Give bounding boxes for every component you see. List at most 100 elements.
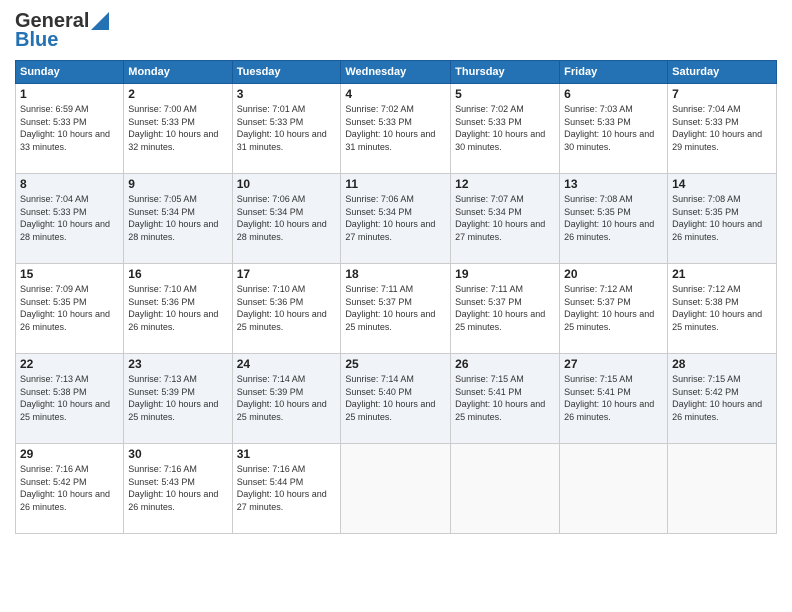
day-info: Sunrise: 7:00 AMSunset: 5:33 PMDaylight:… — [128, 103, 227, 153]
day-number: 22 — [20, 357, 119, 371]
day-cell-4: 4 Sunrise: 7:02 AMSunset: 5:33 PMDayligh… — [341, 84, 451, 174]
day-number: 5 — [455, 87, 555, 101]
day-cell-3: 3 Sunrise: 7:01 AMSunset: 5:33 PMDayligh… — [232, 84, 341, 174]
day-info: Sunrise: 7:14 AMSunset: 5:39 PMDaylight:… — [237, 373, 337, 423]
weekday-header-monday: Monday — [124, 61, 232, 84]
day-info: Sunrise: 7:08 AMSunset: 5:35 PMDaylight:… — [564, 193, 663, 243]
day-info: Sunrise: 7:15 AMSunset: 5:41 PMDaylight:… — [564, 373, 663, 423]
day-info: Sunrise: 7:12 AMSunset: 5:37 PMDaylight:… — [564, 283, 663, 333]
day-cell-28: 28 Sunrise: 7:15 AMSunset: 5:42 PMDaylig… — [668, 354, 777, 444]
day-cell-19: 19 Sunrise: 7:11 AMSunset: 5:37 PMDaylig… — [451, 264, 560, 354]
day-cell-25: 25 Sunrise: 7:14 AMSunset: 5:40 PMDaylig… — [341, 354, 451, 444]
day-number: 19 — [455, 267, 555, 281]
day-cell-30: 30 Sunrise: 7:16 AMSunset: 5:43 PMDaylig… — [124, 444, 232, 534]
day-cell-11: 11 Sunrise: 7:06 AMSunset: 5:34 PMDaylig… — [341, 174, 451, 264]
day-info: Sunrise: 7:11 AMSunset: 5:37 PMDaylight:… — [455, 283, 555, 333]
day-number: 3 — [237, 87, 337, 101]
day-info: Sunrise: 7:15 AMSunset: 5:41 PMDaylight:… — [455, 373, 555, 423]
logo-blue: Blue — [15, 29, 58, 52]
day-info: Sunrise: 7:09 AMSunset: 5:35 PMDaylight:… — [20, 283, 119, 333]
day-info: Sunrise: 7:12 AMSunset: 5:38 PMDaylight:… — [672, 283, 772, 333]
day-cell-1: 1 Sunrise: 6:59 AMSunset: 5:33 PMDayligh… — [16, 84, 124, 174]
day-cell-27: 27 Sunrise: 7:15 AMSunset: 5:41 PMDaylig… — [560, 354, 668, 444]
day-number: 9 — [128, 177, 227, 191]
day-number: 31 — [237, 447, 337, 461]
day-cell-15: 15 Sunrise: 7:09 AMSunset: 5:35 PMDaylig… — [16, 264, 124, 354]
day-number: 23 — [128, 357, 227, 371]
day-number: 18 — [345, 267, 446, 281]
day-info: Sunrise: 7:08 AMSunset: 5:35 PMDaylight:… — [672, 193, 772, 243]
weekday-header-saturday: Saturday — [668, 61, 777, 84]
day-cell-16: 16 Sunrise: 7:10 AMSunset: 5:36 PMDaylig… — [124, 264, 232, 354]
day-number: 17 — [237, 267, 337, 281]
day-info: Sunrise: 7:14 AMSunset: 5:40 PMDaylight:… — [345, 373, 446, 423]
day-info: Sunrise: 7:11 AMSunset: 5:37 PMDaylight:… — [345, 283, 446, 333]
empty-cell — [668, 444, 777, 534]
day-number: 24 — [237, 357, 337, 371]
calendar-table: SundayMondayTuesdayWednesdayThursdayFrid… — [15, 60, 777, 534]
week-row-2: 8 Sunrise: 7:04 AMSunset: 5:33 PMDayligh… — [16, 174, 777, 264]
day-number: 4 — [345, 87, 446, 101]
day-cell-9: 9 Sunrise: 7:05 AMSunset: 5:34 PMDayligh… — [124, 174, 232, 264]
day-number: 16 — [128, 267, 227, 281]
page: General Blue SundayMondayTuesdayWednesda… — [0, 0, 792, 544]
day-cell-10: 10 Sunrise: 7:06 AMSunset: 5:34 PMDaylig… — [232, 174, 341, 264]
day-info: Sunrise: 7:10 AMSunset: 5:36 PMDaylight:… — [128, 283, 227, 333]
day-info: Sunrise: 7:02 AMSunset: 5:33 PMDaylight:… — [455, 103, 555, 153]
day-info: Sunrise: 7:16 AMSunset: 5:44 PMDaylight:… — [237, 463, 337, 513]
day-cell-8: 8 Sunrise: 7:04 AMSunset: 5:33 PMDayligh… — [16, 174, 124, 264]
empty-cell — [451, 444, 560, 534]
week-row-3: 15 Sunrise: 7:09 AMSunset: 5:35 PMDaylig… — [16, 264, 777, 354]
day-number: 26 — [455, 357, 555, 371]
empty-cell — [560, 444, 668, 534]
day-number: 6 — [564, 87, 663, 101]
day-cell-7: 7 Sunrise: 7:04 AMSunset: 5:33 PMDayligh… — [668, 84, 777, 174]
weekday-header-wednesday: Wednesday — [341, 61, 451, 84]
day-number: 14 — [672, 177, 772, 191]
day-cell-5: 5 Sunrise: 7:02 AMSunset: 5:33 PMDayligh… — [451, 84, 560, 174]
empty-cell — [341, 444, 451, 534]
day-number: 8 — [20, 177, 119, 191]
day-info: Sunrise: 7:15 AMSunset: 5:42 PMDaylight:… — [672, 373, 772, 423]
day-cell-14: 14 Sunrise: 7:08 AMSunset: 5:35 PMDaylig… — [668, 174, 777, 264]
day-number: 10 — [237, 177, 337, 191]
day-number: 2 — [128, 87, 227, 101]
day-number: 25 — [345, 357, 446, 371]
day-cell-26: 26 Sunrise: 7:15 AMSunset: 5:41 PMDaylig… — [451, 354, 560, 444]
day-number: 12 — [455, 177, 555, 191]
day-number: 1 — [20, 87, 119, 101]
day-info: Sunrise: 7:04 AMSunset: 5:33 PMDaylight:… — [672, 103, 772, 153]
day-cell-13: 13 Sunrise: 7:08 AMSunset: 5:35 PMDaylig… — [560, 174, 668, 264]
weekday-header-tuesday: Tuesday — [232, 61, 341, 84]
day-cell-21: 21 Sunrise: 7:12 AMSunset: 5:38 PMDaylig… — [668, 264, 777, 354]
day-number: 27 — [564, 357, 663, 371]
day-cell-23: 23 Sunrise: 7:13 AMSunset: 5:39 PMDaylig… — [124, 354, 232, 444]
weekday-header-sunday: Sunday — [16, 61, 124, 84]
week-row-5: 29 Sunrise: 7:16 AMSunset: 5:42 PMDaylig… — [16, 444, 777, 534]
day-number: 29 — [20, 447, 119, 461]
week-row-4: 22 Sunrise: 7:13 AMSunset: 5:38 PMDaylig… — [16, 354, 777, 444]
day-cell-18: 18 Sunrise: 7:11 AMSunset: 5:37 PMDaylig… — [341, 264, 451, 354]
day-info: Sunrise: 7:13 AMSunset: 5:38 PMDaylight:… — [20, 373, 119, 423]
day-info: Sunrise: 7:16 AMSunset: 5:42 PMDaylight:… — [20, 463, 119, 513]
day-number: 7 — [672, 87, 772, 101]
day-number: 30 — [128, 447, 227, 461]
day-cell-12: 12 Sunrise: 7:07 AMSunset: 5:34 PMDaylig… — [451, 174, 560, 264]
day-number: 21 — [672, 267, 772, 281]
day-number: 28 — [672, 357, 772, 371]
header: General Blue — [15, 10, 777, 52]
day-cell-2: 2 Sunrise: 7:00 AMSunset: 5:33 PMDayligh… — [124, 84, 232, 174]
day-info: Sunrise: 7:16 AMSunset: 5:43 PMDaylight:… — [128, 463, 227, 513]
day-info: Sunrise: 7:04 AMSunset: 5:33 PMDaylight:… — [20, 193, 119, 243]
day-info: Sunrise: 7:06 AMSunset: 5:34 PMDaylight:… — [345, 193, 446, 243]
day-number: 20 — [564, 267, 663, 281]
weekday-header-friday: Friday — [560, 61, 668, 84]
week-row-1: 1 Sunrise: 6:59 AMSunset: 5:33 PMDayligh… — [16, 84, 777, 174]
day-info: Sunrise: 7:07 AMSunset: 5:34 PMDaylight:… — [455, 193, 555, 243]
day-cell-29: 29 Sunrise: 7:16 AMSunset: 5:42 PMDaylig… — [16, 444, 124, 534]
day-cell-17: 17 Sunrise: 7:10 AMSunset: 5:36 PMDaylig… — [232, 264, 341, 354]
day-cell-6: 6 Sunrise: 7:03 AMSunset: 5:33 PMDayligh… — [560, 84, 668, 174]
day-number: 15 — [20, 267, 119, 281]
weekday-header-thursday: Thursday — [451, 61, 560, 84]
day-number: 11 — [345, 177, 446, 191]
